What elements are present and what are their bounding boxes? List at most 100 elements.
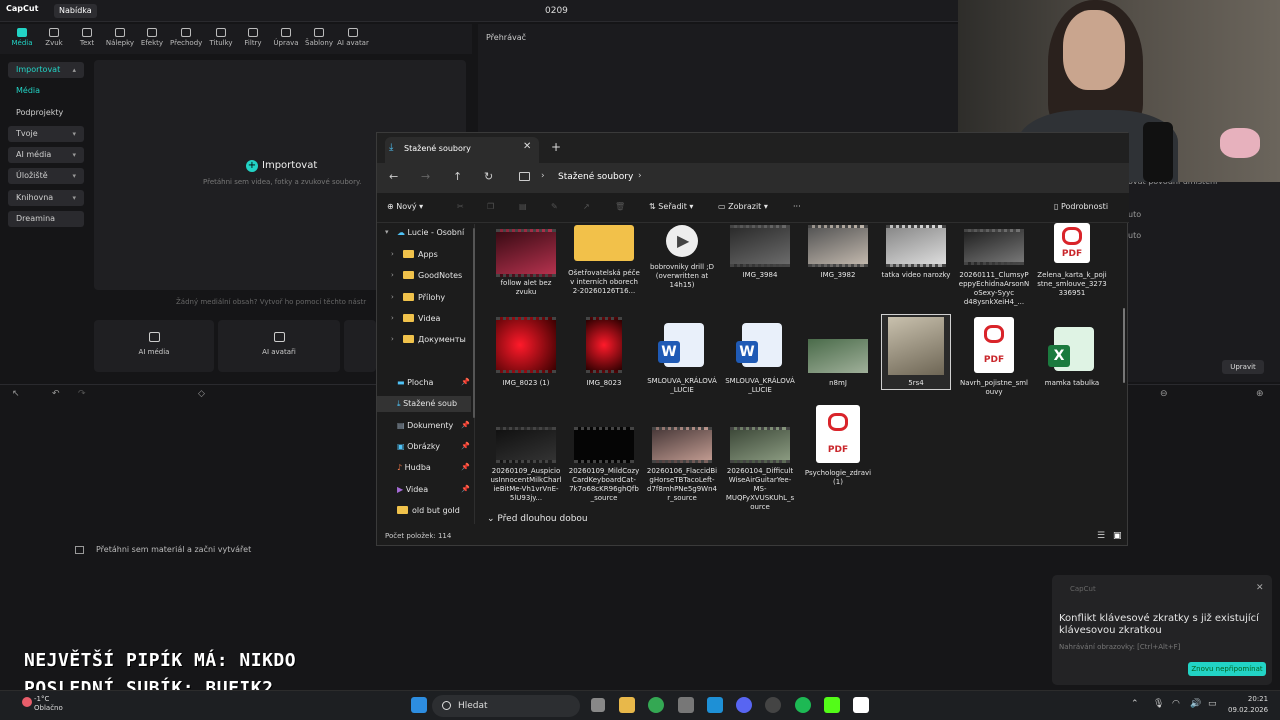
file-item[interactable]: 20260106_FlaccidBigHorseTBTacoLeft-d7f8m… bbox=[646, 427, 718, 511]
select-tool-icon[interactable]: ↖ bbox=[12, 389, 20, 399]
menu-button[interactable]: Nabídka bbox=[54, 4, 97, 18]
file-item[interactable]: PDF Zelena_karta_k_pojistne_smlouve_32733… bbox=[1036, 223, 1108, 303]
quick-music[interactable]: ♪ Hudba 📌 bbox=[397, 463, 470, 472]
tree-item-documents-ru[interactable]: › Документы bbox=[391, 335, 466, 344]
file-item[interactable]: PDF Psychologie_zdravi (1) bbox=[802, 405, 874, 489]
wifi-icon[interactable]: ◠ bbox=[1172, 699, 1180, 709]
battery-icon[interactable]: ▭ bbox=[1208, 699, 1217, 709]
zoom-out-icon[interactable]: ⊖ bbox=[1160, 389, 1168, 399]
system-clock[interactable]: 20:21 09.02.2026 bbox=[1228, 694, 1268, 716]
details-button[interactable]: ▯ Podrobnosti bbox=[1054, 202, 1108, 211]
windows-start-icon[interactable] bbox=[411, 697, 427, 713]
dont-remind-button[interactable]: Znovu nepřipomínat bbox=[1188, 662, 1266, 676]
file-item[interactable]: follow alet bez zvuku bbox=[490, 229, 562, 309]
tab-stickers[interactable]: Nálepky bbox=[104, 28, 136, 47]
forward-icon[interactable]: → bbox=[421, 170, 430, 183]
close-icon[interactable]: ✕ bbox=[523, 141, 531, 152]
refresh-icon[interactable]: ↻ bbox=[484, 170, 493, 183]
chevron-right-icon[interactable]: › bbox=[638, 171, 642, 181]
sidebar-item-media[interactable]: Média bbox=[8, 83, 84, 99]
import-button[interactable]: + Importovat bbox=[246, 160, 317, 172]
tree-item-goodnotes[interactable]: › GoodNotes bbox=[391, 271, 462, 280]
shield-icon[interactable]: ◇ bbox=[198, 389, 205, 399]
sidebar-item-import[interactable]: Importovat ▴ bbox=[8, 62, 84, 78]
files-scrollbar[interactable] bbox=[1123, 308, 1125, 383]
file-item[interactable]: W SMLOUVA_KRÁLOVÁ_LUCIE bbox=[724, 319, 796, 401]
file-item[interactable]: n8mJ bbox=[802, 339, 874, 389]
search-box[interactable]: Hledat bbox=[432, 695, 580, 717]
file-item[interactable]: 20260111_ClumsyPeppyEchidnaArsonNoSexy-S… bbox=[958, 229, 1030, 313]
quick-downloads[interactable]: ⤓ Stažené soub bbox=[377, 396, 471, 412]
sort-button[interactable]: ⇅ Seřadit ▾ bbox=[649, 202, 693, 211]
tree-item-attachments[interactable]: › Přílohy bbox=[391, 293, 445, 302]
obs-icon[interactable] bbox=[765, 697, 781, 713]
more-button[interactable]: ··· bbox=[793, 202, 801, 211]
chrome-icon[interactable] bbox=[648, 697, 664, 713]
file-item[interactable]: PDF Navrh_pojistne_smlouvy bbox=[958, 317, 1030, 399]
file-item[interactable]: Xmamka tabulka bbox=[1036, 323, 1108, 387]
new-tab-icon[interactable]: + bbox=[551, 140, 561, 154]
file-item[interactable]: tatka video narozky bbox=[880, 225, 952, 295]
file-item[interactable]: IMG_3982 bbox=[802, 225, 874, 285]
quick-videos[interactable]: ▶ Videa 📌 bbox=[397, 485, 470, 494]
tab-ai-avatar[interactable]: AI avatar bbox=[336, 28, 370, 47]
tree-scrollbar[interactable] bbox=[473, 228, 475, 418]
quick-pictures[interactable]: ▣ Obrázky 📌 bbox=[397, 442, 470, 451]
file-item[interactable]: 20260109_MildCozyCardKeyboardCat-7k7o68c… bbox=[568, 427, 640, 511]
sidebar-item-subprojects[interactable]: Podprojekty bbox=[8, 105, 84, 121]
tab-effects[interactable]: Efekty bbox=[136, 28, 168, 47]
view-button[interactable]: ▭ Zobrazit ▾ bbox=[718, 202, 768, 211]
settings-icon[interactable] bbox=[678, 697, 694, 713]
tab-captions[interactable]: Titulky bbox=[205, 28, 237, 47]
spotify-icon[interactable] bbox=[795, 697, 811, 713]
redo-icon[interactable]: ↷ bbox=[78, 389, 86, 399]
task-view-icon[interactable] bbox=[591, 698, 605, 712]
quick-old-but-gold[interactable]: old but gold bbox=[397, 506, 460, 515]
tree-item-videos[interactable]: › Videa bbox=[391, 314, 440, 323]
details-view-icon[interactable]: ☰ bbox=[1097, 531, 1105, 541]
up-icon[interactable]: ↑ bbox=[453, 170, 462, 183]
tab-text[interactable]: Text bbox=[71, 28, 103, 47]
tab-filters[interactable]: Filtry bbox=[237, 28, 269, 47]
zoom-in-icon[interactable]: ⊕ bbox=[1256, 389, 1264, 399]
new-button[interactable]: ⊕ Nový ▾ bbox=[387, 202, 423, 211]
rename-icon[interactable]: ✎ bbox=[551, 202, 558, 211]
ai-media-card[interactable]: AI média bbox=[94, 320, 214, 372]
quick-documents[interactable]: ▤ Dokumenty 📌 bbox=[397, 421, 470, 430]
discord-icon[interactable] bbox=[736, 697, 752, 713]
microphone-icon[interactable]: 🎙 bbox=[1153, 699, 1164, 709]
file-item[interactable]: IMG_8023 (1) bbox=[490, 317, 562, 389]
cut-icon[interactable]: ✂ bbox=[457, 202, 464, 211]
tiles-view-icon[interactable]: ▣ bbox=[1113, 531, 1122, 541]
share-icon[interactable]: ↗ bbox=[583, 202, 590, 211]
breadcrumb[interactable]: Stažené soubory bbox=[558, 172, 633, 182]
sidebar-item-storage[interactable]: Úložiště ▾ bbox=[8, 168, 84, 184]
edit-button[interactable]: Upravit bbox=[1222, 360, 1264, 374]
sidebar-item-ai-media[interactable]: AI média ▾ bbox=[8, 147, 84, 163]
tab-templates[interactable]: Šablony bbox=[303, 28, 335, 47]
sidebar-item-library[interactable]: Knihovna ▾ bbox=[8, 190, 84, 206]
tree-item-apps[interactable]: › Apps bbox=[391, 250, 438, 259]
file-explorer-icon[interactable] bbox=[619, 697, 635, 713]
tree-root[interactable]: ▾ ☁ Lucie - Osobní bbox=[385, 228, 464, 237]
quick-desktop[interactable]: ▬ Plocha 📌 bbox=[397, 378, 470, 387]
back-icon[interactable]: ← bbox=[389, 170, 398, 183]
tab-adjust[interactable]: Úprava bbox=[270, 28, 302, 47]
ai-avatars-card[interactable]: AI avataři bbox=[218, 320, 340, 372]
copy-icon[interactable]: ❐ bbox=[487, 202, 494, 211]
tab-transitions[interactable]: Přechody bbox=[170, 28, 202, 47]
chevron-up-icon[interactable]: ⌃ bbox=[1131, 699, 1139, 709]
file-item[interactable]: 20260109_AuspiciousInnocentMilkCharlieBi… bbox=[490, 427, 562, 511]
tab-audio[interactable]: Zvuk bbox=[38, 28, 70, 47]
file-item[interactable]: 5rs4 bbox=[880, 317, 952, 389]
sidebar-item-yours[interactable]: Tvoje ▾ bbox=[8, 126, 84, 142]
close-icon[interactable]: ✕ bbox=[1256, 583, 1264, 593]
file-item[interactable]: IMG_8023 bbox=[568, 317, 640, 389]
delete-icon[interactable]: 🗑 bbox=[615, 202, 625, 211]
file-item[interactable]: ▶ bobrovniky drill ;D (overwritten at 14h… bbox=[646, 225, 718, 305]
capcut-icon[interactable] bbox=[853, 697, 869, 713]
kick-icon[interactable] bbox=[824, 697, 840, 713]
file-item[interactable]: 20260104_DifficultWiseAirGuitarYee-MS-MU… bbox=[724, 427, 796, 511]
file-item[interactable]: IMG_3984 bbox=[724, 225, 796, 285]
photos-icon[interactable] bbox=[707, 697, 723, 713]
